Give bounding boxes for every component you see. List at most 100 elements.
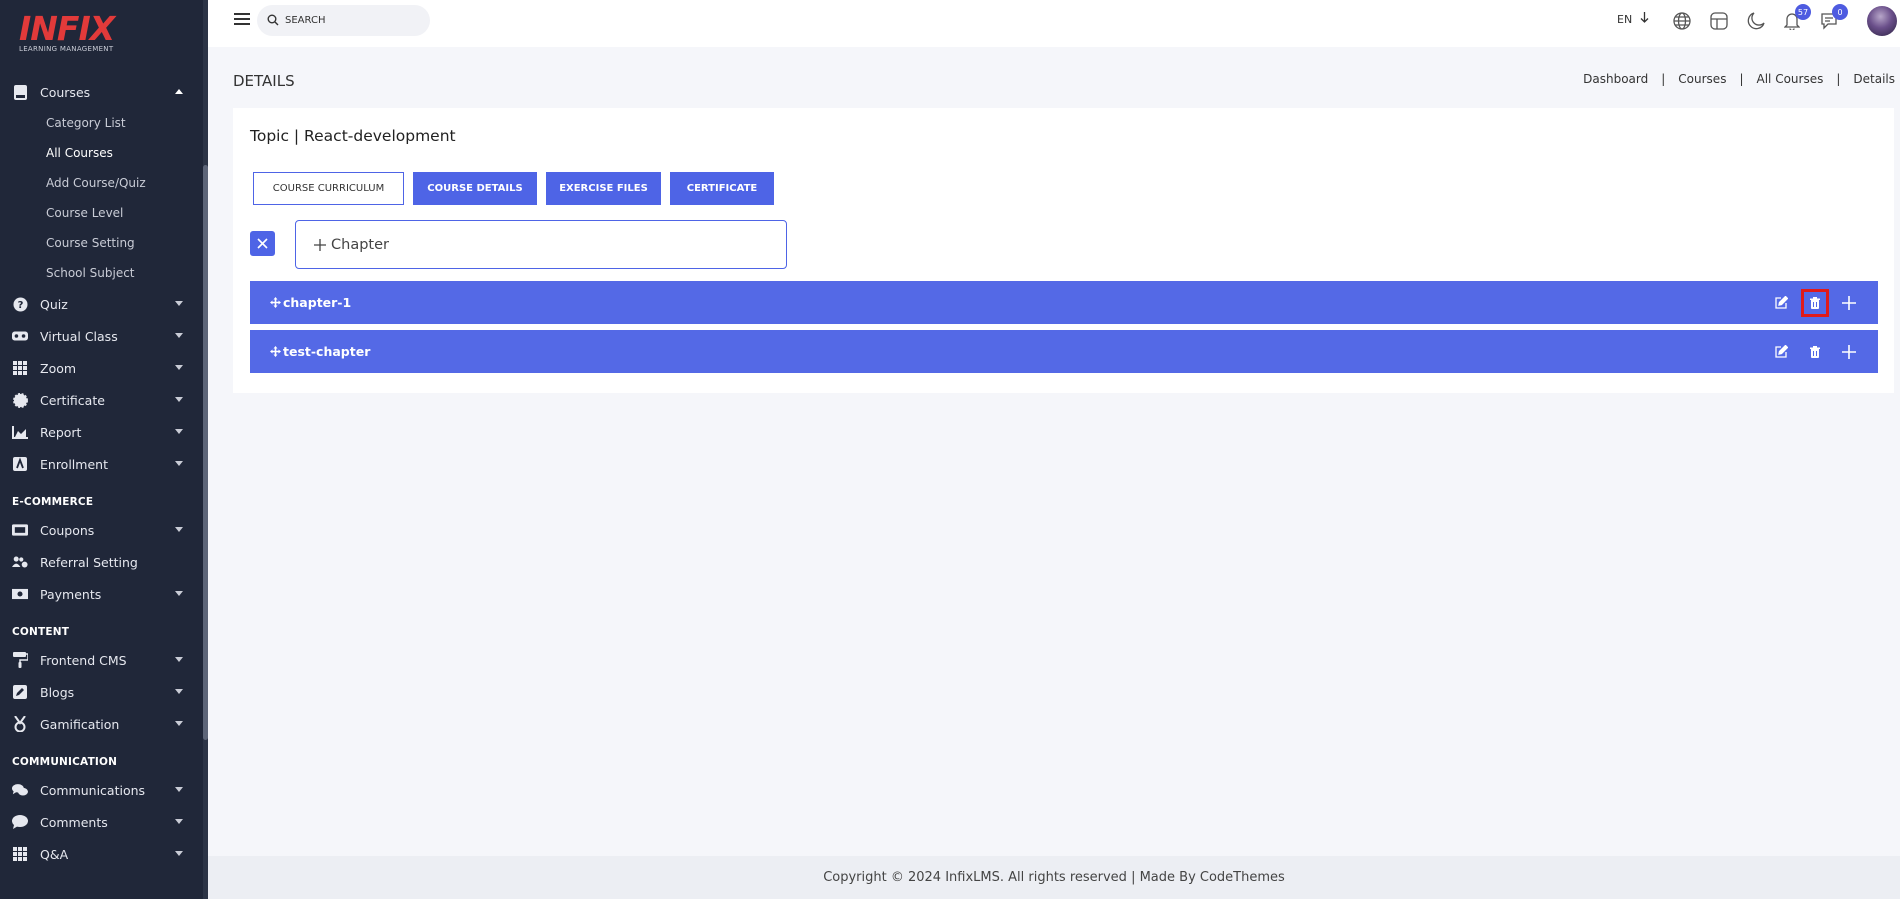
chapter-name: chapter-1 [270,295,351,310]
avatar[interactable] [1867,6,1897,36]
menu-toggle-icon[interactable] [234,13,250,27]
comments-icon [12,782,28,798]
sidebar-item-label: Zoom [40,360,77,376]
sidebar-item-report[interactable]: Report [0,416,203,448]
sidebar-item-referral-setting[interactable]: Referral Setting [0,546,203,578]
chapter-title: test-chapter [283,344,371,359]
chapter-title: chapter-1 [283,295,352,310]
breadcrumb-details[interactable]: Details [1853,72,1895,86]
breadcrumb-separator: | [1661,72,1666,86]
chevron-down-icon [175,689,183,694]
sidebar-item-gamification[interactable]: Gamification [0,708,203,740]
notification-count-badge: 57 [1795,4,1811,20]
chapter-actions [1761,330,1860,373]
course-tabs: COURSE CURRICULUM COURSE DETAILS EXERCIS… [253,172,783,205]
add-lesson-plus-icon[interactable] [1838,341,1860,363]
edit-icon[interactable] [1770,341,1792,363]
footer: Copyright © 2024 InfixLMS. All rights re… [208,856,1900,899]
certificate-icon [12,392,28,408]
sidebar-item-zoom[interactable]: Zoom [0,352,203,384]
paint-roller-icon [12,652,28,668]
sidebar-subitem-all-courses[interactable]: All Courses [0,138,203,168]
arrow-down-icon [1640,12,1649,26]
edit-icon[interactable] [1770,292,1792,314]
logo-tagline: LEARNING MANAGEMENT [19,45,114,53]
breadcrumb-all-courses[interactable]: All Courses [1757,72,1824,86]
sidebar-item-label: Gamification [40,716,120,732]
tab-exercise-files[interactable]: EXERCISE FILES [546,172,661,205]
sidebar-subitem-course-level[interactable]: Course Level [0,198,203,228]
sidebar-subitem-school-subject[interactable]: School Subject [0,258,203,288]
sidebar-item-label: Communications [40,782,146,798]
medal-icon [12,716,28,732]
search-input[interactable] [285,15,415,26]
sidebar-subitem-add-course-quiz[interactable]: Add Course/Quiz [0,168,203,198]
chevron-down-icon [175,333,183,338]
sidebar-item-comments[interactable]: Comments [0,806,203,838]
close-chapter-form-button[interactable] [250,231,275,256]
add-chapter-button[interactable]: Chapter [295,220,787,269]
users-cog-icon [12,554,28,570]
drag-move-icon[interactable] [270,297,281,308]
sidebar-item-label: Q&A [40,846,69,862]
vr-headset-icon [12,328,28,344]
sidebar-item-virtual-class[interactable]: Virtual Class [0,320,203,352]
sidebar-item-label: Payments [40,586,102,602]
sidebar-item-courses[interactable]: Courses [0,76,203,108]
breadcrumb-separator: | [1739,72,1744,86]
chapter-actions [1761,281,1860,324]
chevron-down-icon [175,301,183,306]
sidebar-item-communications[interactable]: Communications [0,774,203,806]
chevron-up-icon [175,89,183,94]
sidebar-item-coupons[interactable]: Coupons [0,514,203,546]
sidebar-subitem-course-setting[interactable]: Course Setting [0,228,203,258]
globe-icon[interactable] [1671,10,1693,32]
delete-icon[interactable] [1801,288,1829,317]
sidebar-item-label: Report [40,424,82,440]
chevron-down-icon [175,365,183,370]
search-icon [267,11,279,30]
sidebar-item-frontend-cms[interactable]: Frontend CMS [0,644,203,676]
chevron-down-icon [175,787,183,792]
logo[interactable]: INFIX LEARNING MANAGEMENT [19,12,129,56]
sidebar-item-certificate[interactable]: Certificate [0,384,203,416]
sidebar-item-label: Quiz [40,296,68,312]
chapter-row[interactable]: test-chapter [250,330,1878,373]
breadcrumb-courses[interactable]: Courses [1678,72,1726,86]
sidebar-item-label: Coupons [40,522,95,538]
delete-icon[interactable] [1801,341,1829,363]
chevron-down-icon [175,527,183,532]
language-selector[interactable]: EN [1617,12,1649,26]
language-label: EN [1617,12,1633,26]
sidebar-item-enrollment[interactable]: Enrollment [0,448,203,480]
sidebar-item-quiz[interactable]: ? Quiz [0,288,203,320]
chart-area-icon [12,424,28,440]
sidebar-subitem-category-list[interactable]: Category List [0,108,203,138]
moon-icon[interactable] [1745,10,1767,32]
tab-course-details[interactable]: COURSE DETAILS [413,172,537,205]
tab-certificate[interactable]: CERTIFICATE [670,172,774,205]
layout-icon[interactable] [1708,10,1730,32]
breadcrumb-dashboard[interactable]: Dashboard [1583,72,1648,86]
tab-course-curriculum[interactable]: COURSE CURRICULUM [253,172,404,205]
sidebar-item-label: Enrollment [40,456,108,472]
drag-move-icon[interactable] [270,346,281,357]
chevron-down-icon [175,429,183,434]
search-box[interactable] [257,5,430,36]
sidebar-item-label: Blogs [40,684,75,700]
notification-bell-icon[interactable]: 57 [1781,4,1811,32]
sidebar-item-qa[interactable]: Q&A [0,838,203,870]
question-circle-icon: ? [12,296,28,312]
chevron-down-icon [175,819,183,824]
plus-icon [314,238,326,251]
add-chapter-label: Chapter [331,236,389,253]
add-lesson-plus-icon[interactable] [1838,292,1860,314]
sidebar-scrollbar-thumb[interactable] [203,165,208,740]
sidebar-item-payments[interactable]: Payments [0,578,203,610]
chapter-row[interactable]: chapter-1 [250,281,1878,324]
sidebar-item-blogs[interactable]: Blogs [0,676,203,708]
grid-icon [12,846,28,862]
ticket-icon [12,522,28,538]
message-icon[interactable]: 0 [1818,4,1848,32]
footer-copyright: Copyright © 2024 InfixLMS. All rights re… [823,870,1285,885]
